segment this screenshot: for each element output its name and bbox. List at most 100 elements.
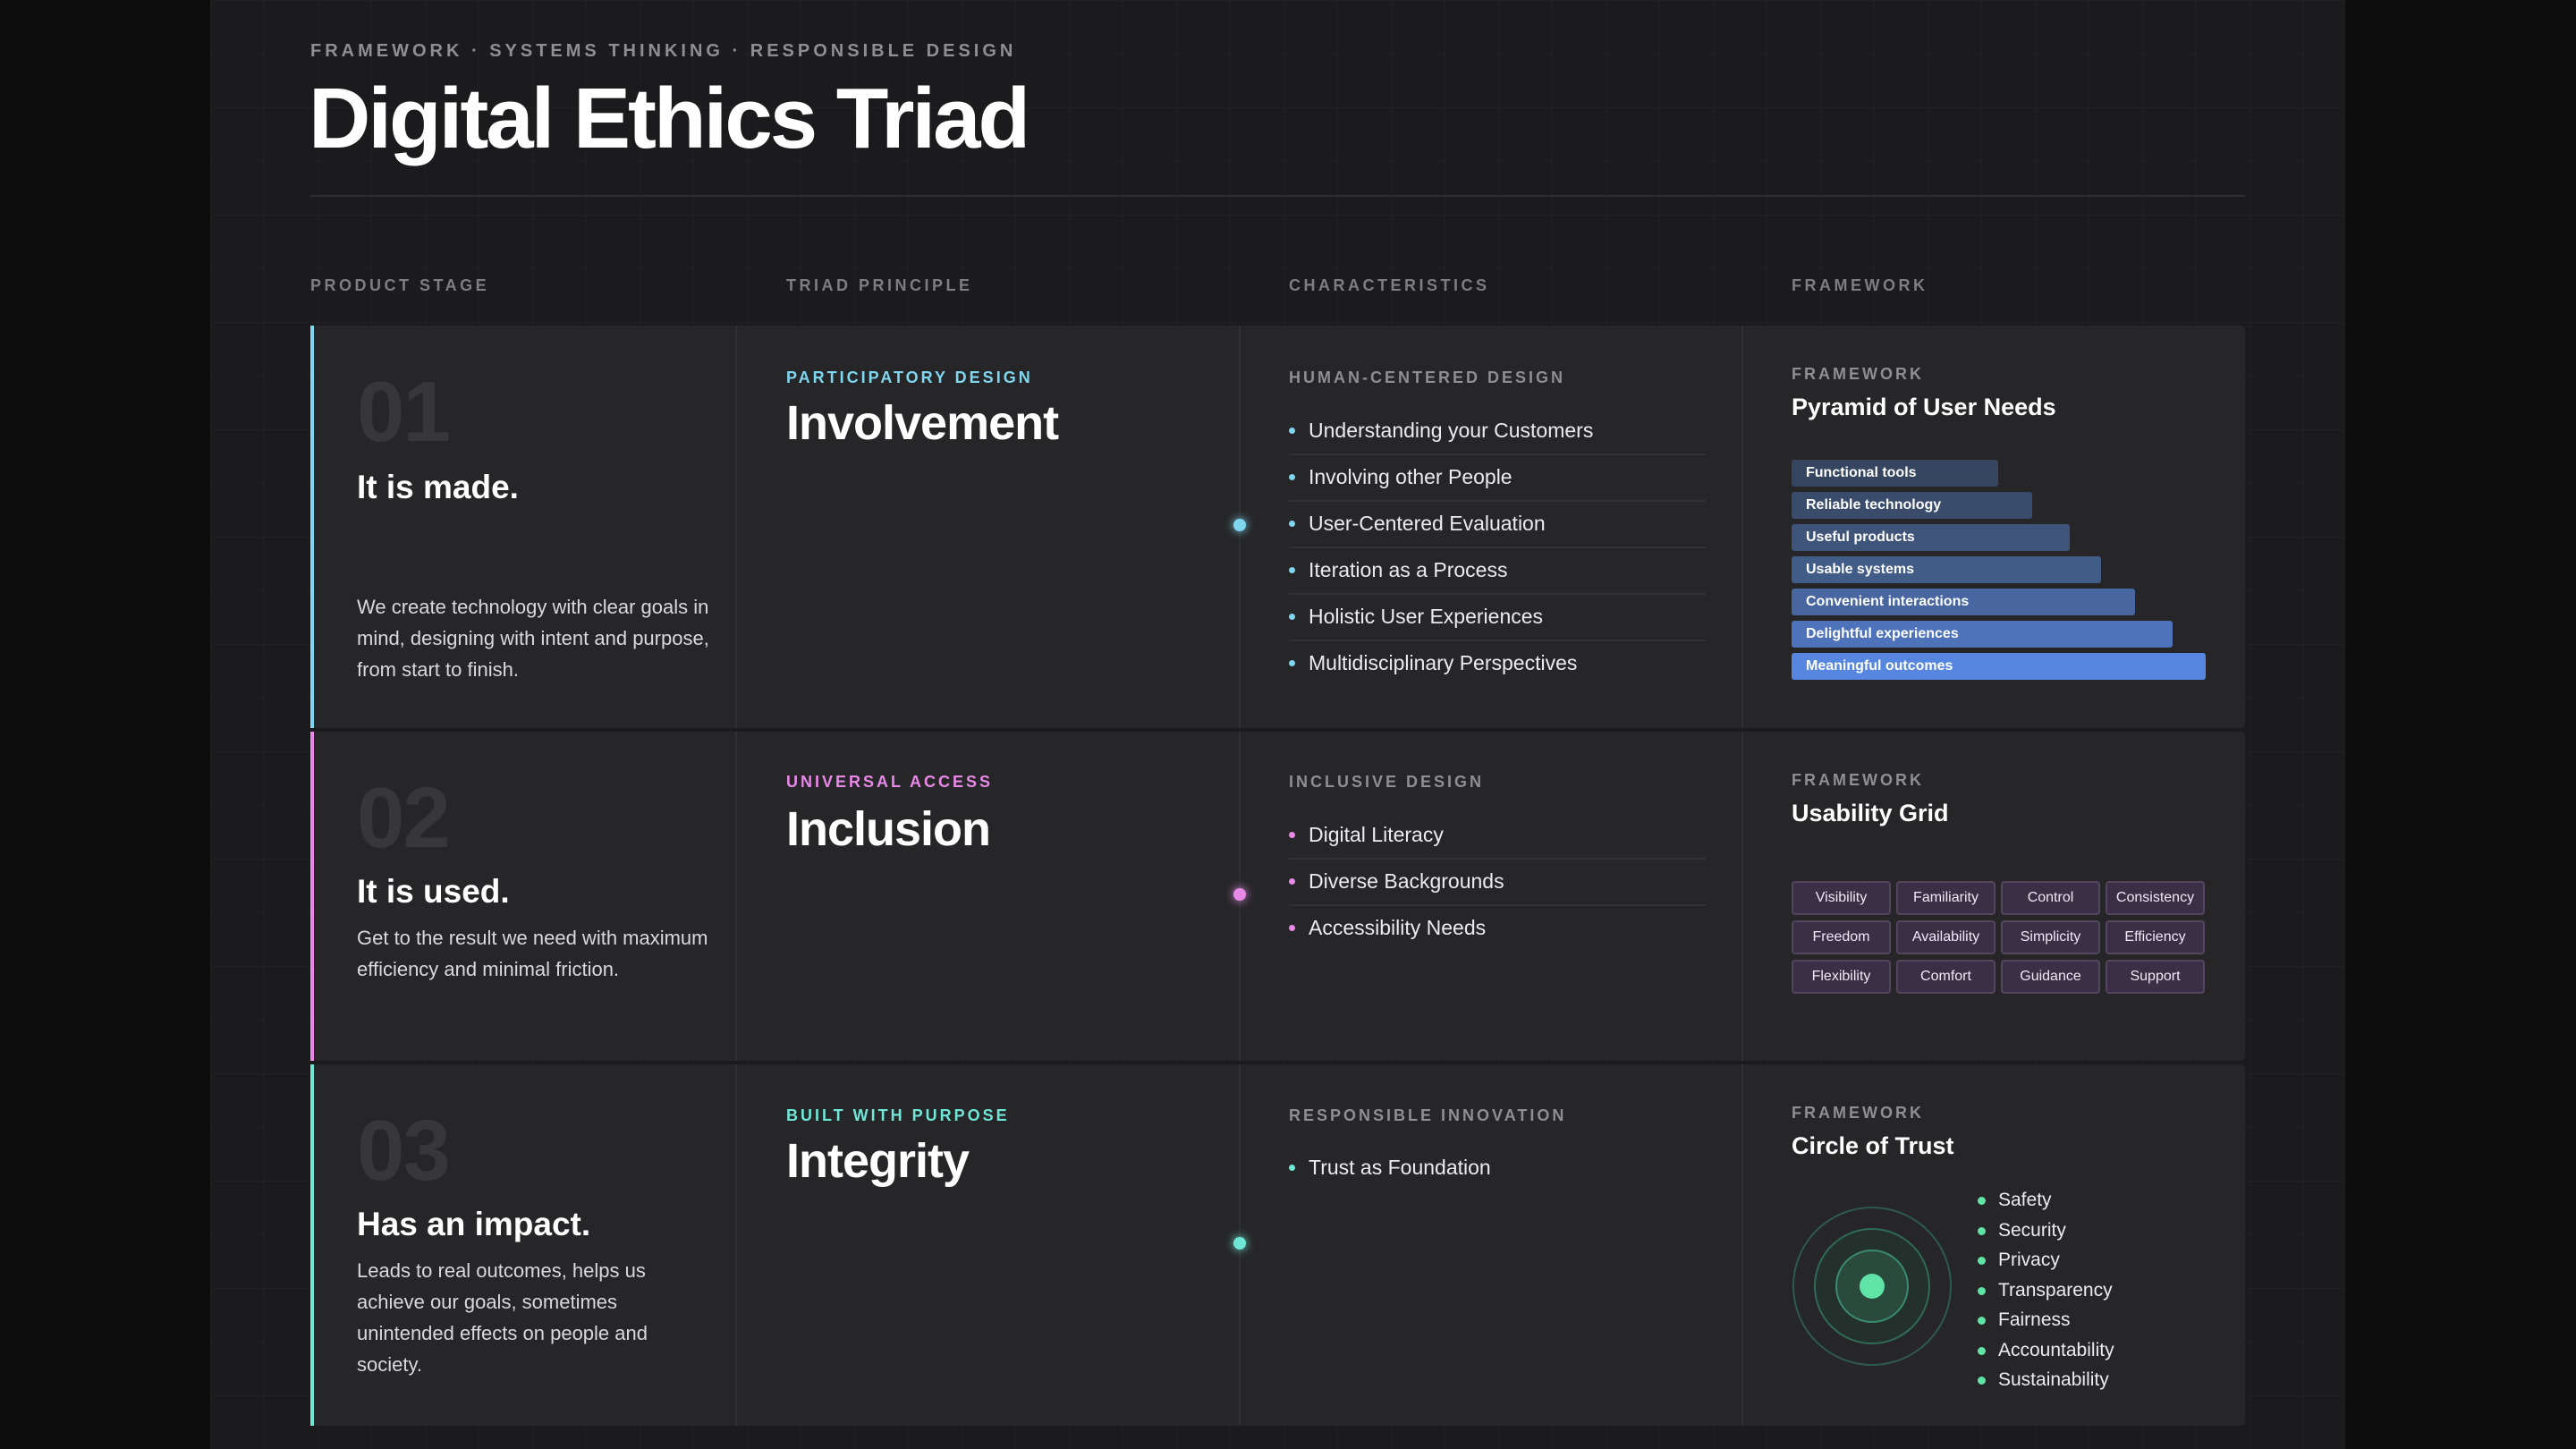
- list-item-label: Sustainability: [1998, 1369, 2109, 1390]
- column-divider: [735, 1064, 737, 1426]
- pyramid-level: Useful products: [1792, 524, 2070, 551]
- grid-cell: Availability: [1896, 920, 1996, 954]
- list-item: User-Centered Evaluation: [1289, 502, 1706, 548]
- stage-number: 01: [357, 364, 451, 460]
- row-accent-bar: [310, 732, 314, 1061]
- grid-cell: Efficiency: [2106, 920, 2205, 954]
- grid-cell: Comfort: [1896, 960, 1996, 994]
- list-item-label: User-Centered Evaluation: [1309, 512, 1546, 535]
- characteristics-heading: RESPONSIBLE INNOVATION: [1289, 1106, 1567, 1124]
- column-divider: [1741, 326, 1743, 728]
- row-made: 01 It is made. We create technology with…: [310, 326, 2245, 728]
- characteristics-heading: INCLUSIVE DESIGN: [1289, 773, 1485, 791]
- timeline-node: [1233, 888, 1246, 901]
- characteristics-heading: HUMAN-CENTERED DESIGN: [1289, 369, 1566, 386]
- list-item: Privacy: [1978, 1247, 2114, 1277]
- row-accent-bar: [310, 1064, 314, 1426]
- list-item: Digital Literacy: [1289, 813, 1706, 860]
- usability-grid: Visibility Familiarity Control Consisten…: [1792, 881, 2205, 994]
- list-item: Holistic User Experiences: [1289, 595, 1706, 641]
- pyramid-level: Meaningful outcomes: [1792, 653, 2206, 680]
- bullet-icon: [1289, 521, 1295, 527]
- page-title: Digital Ethics Triad: [309, 71, 1030, 166]
- list-item: Transparency: [1978, 1277, 2114, 1308]
- list-item-label: Fairness: [1998, 1309, 2071, 1330]
- timeline-node: [1233, 1237, 1246, 1250]
- stage-title: It is made.: [357, 469, 519, 505]
- pyramid-level: Functional tools: [1792, 460, 1998, 487]
- column-header-characteristics: CHARACTERISTICS: [1289, 276, 1490, 294]
- bullet-icon: [1978, 1257, 1986, 1265]
- bullet-icon: [1289, 1165, 1295, 1171]
- stage-description: We create technology with clear goals in…: [357, 596, 709, 681]
- eyebrow-label: FRAMEWORK · SYSTEMS THINKING · RESPONSIB…: [310, 41, 1017, 61]
- list-item-label: Understanding your Customers: [1309, 419, 1594, 442]
- row-accent-bar: [310, 326, 314, 728]
- bullet-icon: [1978, 1226, 1986, 1235]
- bullet-icon: [1289, 925, 1295, 931]
- column-header-principle: TRIAD PRINCIPLE: [786, 276, 973, 294]
- list-item-label: Multidisciplinary Perspectives: [1309, 651, 1578, 674]
- bullet-icon: [1289, 660, 1295, 666]
- grid-cell: Guidance: [2001, 960, 2100, 994]
- bullet-icon: [1978, 1346, 1986, 1355]
- timeline-node: [1233, 519, 1246, 531]
- list-item: Involving other People: [1289, 455, 1706, 502]
- stage-description: Leads to real outcomes, helps us achieve…: [357, 1259, 648, 1376]
- list-item: Trust as Foundation: [1289, 1146, 1706, 1192]
- principle-title: Integrity: [786, 1134, 970, 1188]
- pyramid-level: Usable systems: [1792, 556, 2101, 583]
- list-item: Understanding your Customers: [1289, 409, 1706, 455]
- list-item-label: Privacy: [1998, 1250, 2060, 1270]
- bullet-icon: [1289, 614, 1295, 620]
- grid-cell: Visibility: [1792, 881, 1891, 915]
- characteristics-list: Trust as Foundation: [1289, 1146, 1706, 1192]
- row-used: 02 It is used. Get to the result we need…: [310, 732, 2245, 1061]
- list-item: Accessibility Needs: [1289, 906, 1706, 953]
- list-item: Diverse Backgrounds: [1289, 860, 1706, 906]
- list-item: Sustainability: [1978, 1367, 2114, 1397]
- list-item-label: Trust as Foundation: [1309, 1156, 1491, 1179]
- stage-title: It is used.: [357, 873, 510, 910]
- column-header-framework: FRAMEWORK: [1792, 276, 1928, 294]
- characteristics-list: Digital Literacy Diverse Backgrounds Acc…: [1289, 813, 1706, 953]
- grid-cell: Flexibility: [1792, 960, 1891, 994]
- characteristics-list: Understanding your Customers Involving o…: [1289, 409, 1706, 688]
- list-item: Accountability: [1978, 1337, 2114, 1368]
- grid-cell: Simplicity: [2001, 920, 2100, 954]
- pyramid-of-user-needs: Functional tools Reliable technology Use…: [1792, 460, 2206, 685]
- column-divider: [735, 326, 737, 728]
- framework-label: FRAMEWORK: [1792, 365, 1924, 383]
- framework-title: Pyramid of User Needs: [1792, 394, 2056, 420]
- bullet-icon: [1289, 567, 1295, 573]
- bullet-icon: [1978, 1197, 1986, 1205]
- list-item: Iteration as a Process: [1289, 548, 1706, 595]
- bullet-icon: [1978, 1317, 1986, 1325]
- bullet-icon: [1978, 1286, 1986, 1295]
- title-divider: [310, 195, 2245, 197]
- list-item-label: Iteration as a Process: [1309, 558, 1508, 581]
- framework-label: FRAMEWORK: [1792, 1104, 1924, 1122]
- circle-of-trust-icon: [1792, 1207, 1952, 1366]
- bullet-icon: [1289, 428, 1295, 434]
- grid-cell: Consistency: [2106, 881, 2205, 915]
- grid-cell: Support: [2106, 960, 2205, 994]
- list-item: Security: [1978, 1217, 2114, 1248]
- pyramid-level: Convenient interactions: [1792, 589, 2135, 615]
- column-divider: [735, 732, 737, 1061]
- bullet-icon: [1978, 1377, 1986, 1385]
- list-item: Multidisciplinary Perspectives: [1289, 641, 1706, 688]
- bullet-icon: [1289, 878, 1295, 885]
- principle-title: Involvement: [786, 396, 1059, 450]
- stage-number: 02: [357, 770, 451, 866]
- principle-tag: PARTICIPATORY DESIGN: [786, 369, 1033, 386]
- framework-title: Usability Grid: [1792, 800, 1949, 826]
- stage-description: Get to the result we need with maximum e…: [357, 927, 708, 980]
- list-item-label: Accountability: [1998, 1339, 2114, 1360]
- list-item: Safety: [1978, 1187, 2114, 1217]
- pyramid-level: Delightful experiences: [1792, 621, 2173, 648]
- list-item-label: Diverse Backgrounds: [1309, 869, 1504, 893]
- framework-label: FRAMEWORK: [1792, 771, 1924, 789]
- bullet-icon: [1289, 474, 1295, 480]
- grid-cell: Familiarity: [1896, 881, 1996, 915]
